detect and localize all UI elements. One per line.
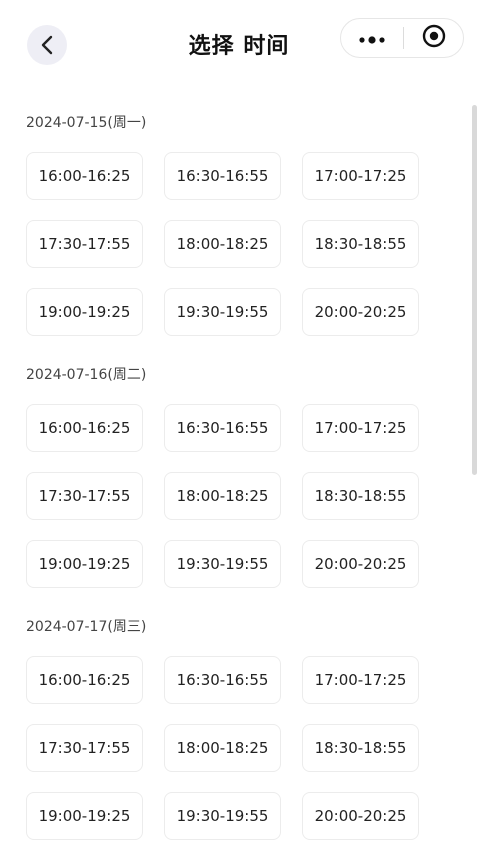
time-slot-button[interactable]: 16:30-16:55 (164, 152, 281, 200)
time-slot-button[interactable]: 17:30-17:55 (26, 472, 143, 520)
time-slot-button[interactable]: 16:00-16:25 (26, 656, 143, 704)
top-nav-bar: 选择 时间 (0, 0, 478, 90)
time-slot-button[interactable]: 18:00-18:25 (164, 724, 281, 772)
time-slot-button[interactable]: 16:00-16:25 (26, 404, 143, 452)
time-slot-button[interactable]: 19:00-19:25 (26, 540, 143, 588)
close-button[interactable] (404, 19, 463, 57)
time-slot-button[interactable]: 19:00-19:25 (26, 288, 143, 336)
time-slot-button[interactable]: 17:30-17:55 (26, 724, 143, 772)
time-slot-button[interactable]: 17:00-17:25 (302, 404, 419, 452)
time-slot-list: 2024-07-15(周一) 16:00-16:25 16:30-16:55 17:0… (0, 90, 478, 850)
time-slot-button[interactable]: 19:30-19:55 (164, 288, 281, 336)
time-slot-button[interactable]: 19:30-19:55 (164, 540, 281, 588)
time-slot-button[interactable]: 16:30-16:55 (164, 656, 281, 704)
mini-program-capsule (340, 18, 464, 58)
time-slot-button[interactable]: 19:30-19:55 (164, 792, 281, 840)
more-button[interactable] (341, 19, 403, 57)
time-slot-button[interactable]: 20:00-20:25 (302, 792, 419, 840)
date-header: 2024-07-15(周一) (26, 115, 147, 131)
time-slot-button[interactable]: 16:30-16:55 (164, 404, 281, 452)
target-circle-icon (422, 24, 446, 52)
time-slot-button[interactable]: 18:00-18:25 (164, 220, 281, 268)
date-header: 2024-07-17(周三) (26, 619, 147, 635)
time-slot-button[interactable]: 20:00-20:25 (302, 540, 419, 588)
time-slot-button[interactable]: 18:00-18:25 (164, 472, 281, 520)
scrollbar[interactable] (472, 105, 477, 475)
date-header: 2024-07-16(周二) (26, 367, 147, 383)
time-slot-button[interactable]: 18:30-18:55 (302, 724, 419, 772)
time-slot-button[interactable]: 18:30-18:55 (302, 472, 419, 520)
more-dots-icon (358, 29, 386, 48)
time-slot-button[interactable]: 20:00-20:25 (302, 288, 419, 336)
time-slot-button[interactable]: 17:30-17:55 (26, 220, 143, 268)
time-slot-button[interactable]: 16:00-16:25 (26, 152, 143, 200)
time-slot-button[interactable]: 18:30-18:55 (302, 220, 419, 268)
time-slot-button[interactable]: 17:00-17:25 (302, 152, 419, 200)
time-slot-button[interactable]: 19:00-19:25 (26, 792, 143, 840)
time-slot-button[interactable]: 17:00-17:25 (302, 656, 419, 704)
